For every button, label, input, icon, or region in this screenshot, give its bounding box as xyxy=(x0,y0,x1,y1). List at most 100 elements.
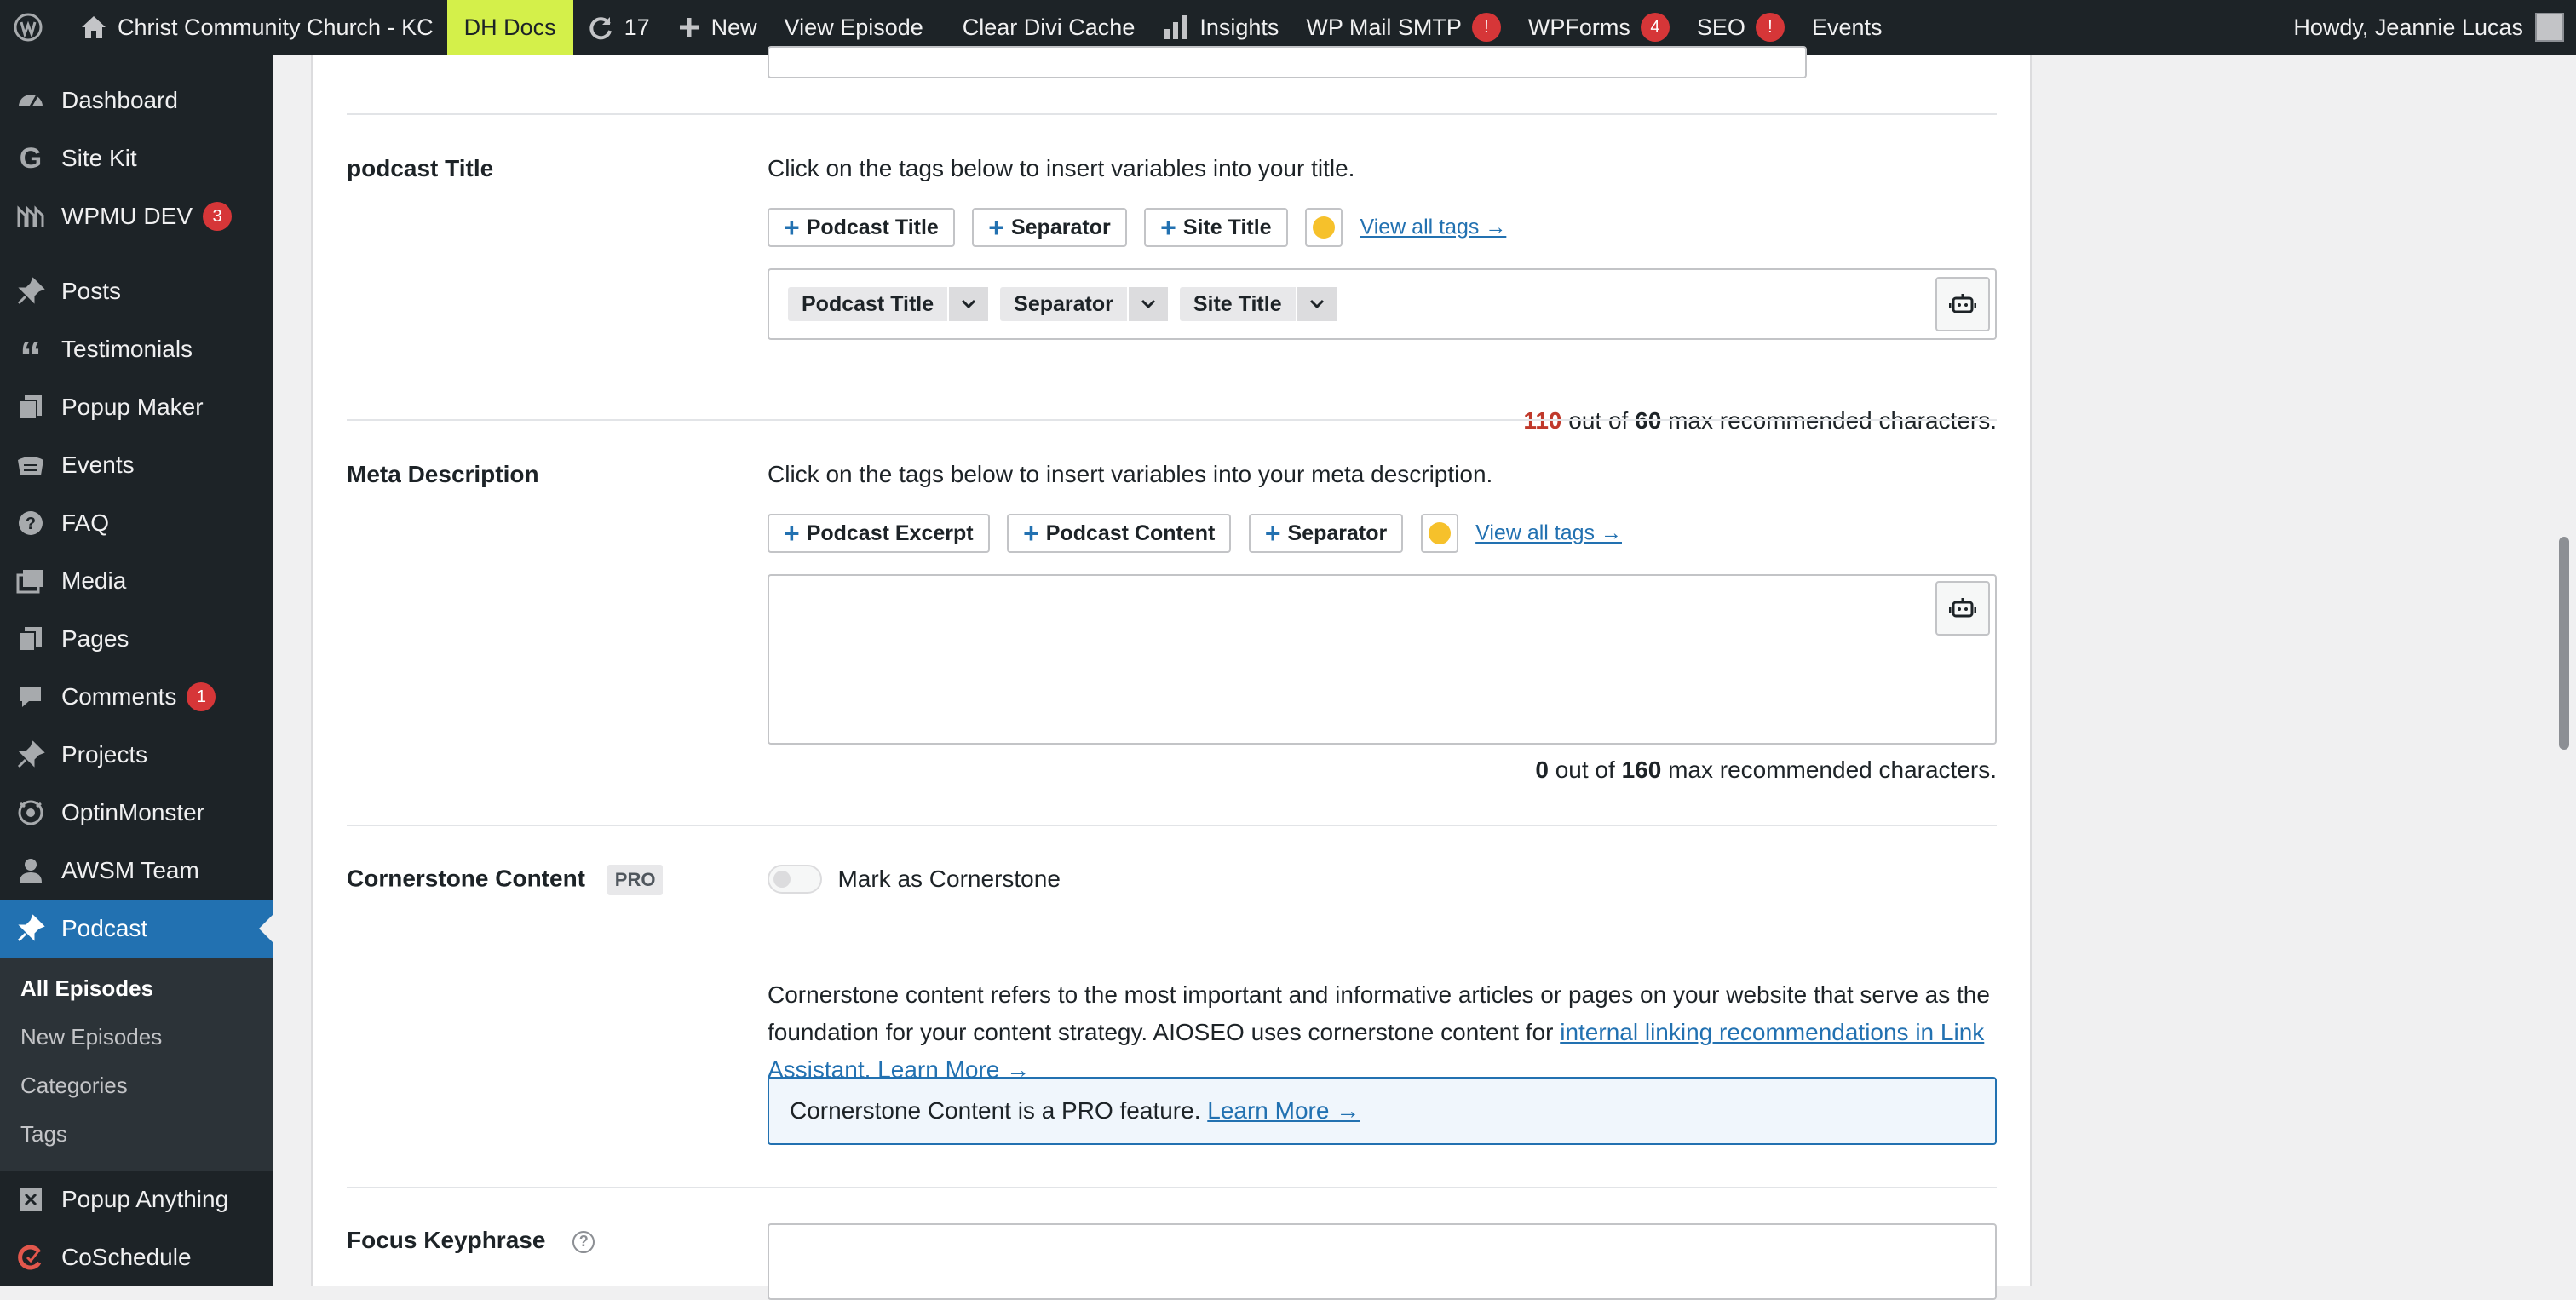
view-all-tags-link[interactable]: View all tags → xyxy=(1360,216,1506,239)
sidebar-item-testimonials[interactable]: “ Testimonials xyxy=(0,320,273,380)
tag-label: Podcast Content xyxy=(1045,521,1216,545)
plus-icon: + xyxy=(1264,517,1281,549)
title-description: Click on the tags below to insert variab… xyxy=(768,155,1355,181)
pin-icon xyxy=(15,913,46,944)
count-suffix: max recommended characters. xyxy=(1668,756,1997,783)
pin-icon xyxy=(15,276,46,307)
meta-description-editor[interactable] xyxy=(768,574,1997,745)
sidebar-item-posts[interactable]: Posts xyxy=(0,262,273,320)
notice-learn-more-link[interactable]: Learn More → xyxy=(1207,1097,1360,1125)
cornerstone-toggle[interactable] xyxy=(768,865,822,894)
sidebar-label: Pages xyxy=(61,625,129,652)
new-content-link[interactable]: New xyxy=(664,0,771,55)
count-text: out of xyxy=(1555,756,1615,783)
sidebar-label: OptinMonster xyxy=(61,799,205,825)
submenu-all-episodes[interactable]: All Episodes xyxy=(0,964,273,1013)
page-scrollbar[interactable] xyxy=(2559,537,2569,750)
chevron-down-icon[interactable] xyxy=(1126,287,1168,321)
focus-keyphrase-input[interactable] xyxy=(768,1223,1997,1300)
smiley-icon xyxy=(1313,216,1336,239)
focus-keyphrase-label: Focus Keyphrase xyxy=(347,1227,546,1253)
dh-docs-label: DH Docs xyxy=(463,14,556,40)
sidebar-item-comments[interactable]: Comments 1 xyxy=(0,668,273,726)
sidebar-label: Site Kit xyxy=(61,145,137,171)
submenu-new-episodes[interactable]: New Episodes xyxy=(0,1013,273,1061)
sidebar-item-media[interactable]: Media xyxy=(0,552,273,610)
emoji-picker-button[interactable] xyxy=(1420,514,1458,553)
sidebar-item-podcast[interactable]: Podcast xyxy=(0,900,273,958)
chevron-down-icon[interactable] xyxy=(1295,287,1337,321)
tag-chip[interactable]: Separator xyxy=(1000,287,1168,321)
dashboard-icon xyxy=(15,85,46,116)
tag-label: Podcast Excerpt xyxy=(806,521,974,545)
cornerstone-description: Cornerstone content refers to the most i… xyxy=(768,976,1997,1089)
tag-chip[interactable]: Podcast Title xyxy=(788,287,989,321)
title-char-count: 110 out of 60 max recommended characters… xyxy=(1523,407,1997,434)
insert-podcast-content-button[interactable]: + Podcast Content xyxy=(1007,514,1232,553)
insert-separator-button[interactable]: + Separator xyxy=(1248,514,1404,553)
sidebar-item-dashboard[interactable]: Dashboard xyxy=(0,72,273,129)
sidebar-item-site-kit[interactable]: G Site Kit xyxy=(0,129,273,187)
chip-label: Separator xyxy=(1014,291,1113,316)
previous-field-bottom[interactable] xyxy=(768,46,1807,78)
submenu-categories[interactable]: Categories xyxy=(0,1061,273,1110)
wpmudev-icon xyxy=(15,201,46,232)
sidebar-item-coschedule[interactable]: CoSchedule xyxy=(0,1228,273,1286)
title-editor[interactable]: Podcast Title Separator Site Title xyxy=(768,268,1997,340)
sidebar-item-faq[interactable]: ? FAQ xyxy=(0,494,273,552)
title-tag-buttons: + Podcast Title + Separator + Site Title Vi… xyxy=(768,208,1997,247)
sidebar-item-awsm-team[interactable]: AWSM Team xyxy=(0,842,273,900)
insert-separator-button[interactable]: + Separator xyxy=(972,208,1127,247)
help-icon[interactable]: ? xyxy=(572,1230,595,1253)
svg-text:?: ? xyxy=(26,515,36,533)
emoji-picker-button[interactable] xyxy=(1305,208,1343,247)
wpforms-badge: 4 xyxy=(1640,13,1670,42)
view-episode-label: View Episode xyxy=(784,14,923,40)
sidebar-item-wpmu-dev[interactable]: WPMU DEV 3 xyxy=(0,187,273,245)
meta-tag-buttons: + Podcast Excerpt + Podcast Content + Separ… xyxy=(768,514,1997,553)
sidebar-item-events[interactable]: Events xyxy=(0,436,273,494)
insert-podcast-title-button[interactable]: + Podcast Title xyxy=(768,208,955,247)
site-name-link[interactable]: Christ Community Church - KC xyxy=(66,0,447,55)
sidebar-label: Projects xyxy=(61,741,148,768)
tag-chip[interactable]: Site Title xyxy=(1179,287,1337,321)
meta-description-label: Meta Description xyxy=(347,461,539,487)
sidebar-label: WPMU DEV xyxy=(61,203,193,229)
avatar xyxy=(2535,13,2564,42)
wpmu-dev-badge: 3 xyxy=(203,202,232,231)
events-link[interactable]: Events xyxy=(1798,0,1896,55)
podcast-submenu: All Episodes New Episodes Categories Tag… xyxy=(0,958,273,1171)
sidebar-item-projects[interactable]: Projects xyxy=(0,726,273,784)
wp-mail-smtp-label: WP Mail SMTP xyxy=(1306,14,1462,40)
submenu-tags[interactable]: Tags xyxy=(0,1110,273,1159)
sidebar-item-popup-anything[interactable]: Popup Anything xyxy=(0,1171,273,1228)
ai-generator-button[interactable] xyxy=(1935,581,1990,636)
sidebar-item-popup-maker[interactable]: Popup Maker xyxy=(0,378,273,436)
title-chips: Podcast Title Separator Site Title xyxy=(788,287,1348,321)
chevron-down-icon[interactable] xyxy=(947,287,989,321)
insert-podcast-excerpt-button[interactable]: + Podcast Excerpt xyxy=(768,514,990,553)
meta-description-text: Click on the tags below to insert variab… xyxy=(768,461,1493,487)
clear-cache-label: Clear Divi Cache xyxy=(962,14,1136,40)
cornerstone-toggle-label: Mark as Cornerstone xyxy=(837,866,1061,892)
updates-count: 17 xyxy=(624,14,650,40)
plus-icon xyxy=(679,18,699,37)
insert-site-title-button[interactable]: + Site Title xyxy=(1144,208,1288,247)
sidebar-item-pages[interactable]: Pages xyxy=(0,610,273,668)
ai-generator-button[interactable] xyxy=(1935,277,1990,331)
focus-keyphrase-row: Focus Keyphrase ? xyxy=(347,1227,595,1254)
sidebar-label: Events xyxy=(61,452,135,478)
wordpress-logo-icon[interactable] xyxy=(0,0,66,55)
dh-docs-link[interactable]: DH Docs xyxy=(446,0,573,55)
events-label: Events xyxy=(1811,14,1883,40)
plus-icon: + xyxy=(784,517,800,549)
site-name: Christ Community Church - KC xyxy=(118,14,434,40)
optinmonster-icon xyxy=(15,797,46,828)
view-all-tags-link[interactable]: View all tags → xyxy=(1475,521,1622,545)
my-account-link[interactable]: Howdy, Jeannie Lucas xyxy=(2280,0,2576,55)
seo-settings-panel: podcast Title Click on the tags below to… xyxy=(311,46,2032,1300)
chip-label: Site Title xyxy=(1193,291,1282,316)
sidebar-item-optinmonster[interactable]: OptinMonster xyxy=(0,784,273,842)
smiley-icon xyxy=(1428,522,1451,544)
updates-link[interactable]: 17 xyxy=(573,0,664,55)
